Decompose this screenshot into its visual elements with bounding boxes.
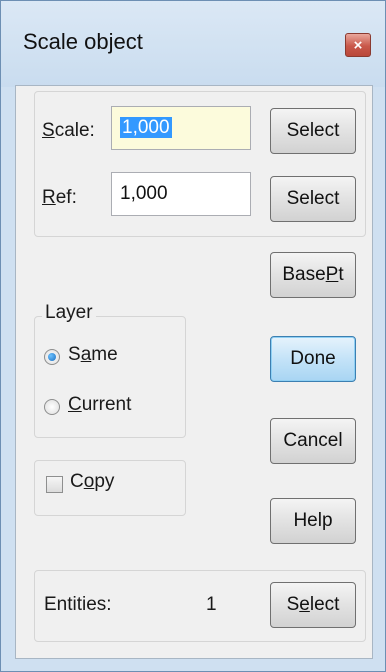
- done-button[interactable]: Done: [270, 336, 356, 382]
- close-icon: ×: [353, 36, 363, 54]
- ref-input[interactable]: 1,000: [111, 172, 251, 216]
- layer-current-radio[interactable]: [44, 399, 60, 415]
- window-title: Scale object: [23, 29, 143, 54]
- base-point-button[interactable]: Base Pt: [270, 252, 356, 298]
- layer-same-label[interactable]: Same: [68, 344, 118, 366]
- close-button[interactable]: ×: [345, 33, 371, 57]
- dialog-body: Scale: 1,000 Select Ref: 1,000 Select Ba…: [15, 85, 373, 659]
- copy-label[interactable]: Copy: [70, 471, 114, 493]
- ref-select-button[interactable]: Select: [270, 176, 356, 222]
- entities-count: 1: [206, 594, 217, 615]
- entities-label: Entities:: [44, 594, 112, 615]
- scale-label: Scale:: [42, 120, 95, 141]
- copy-checkbox[interactable]: [46, 476, 63, 493]
- scale-object-dialog: Scale object × Scale: 1,000 Select Ref: …: [0, 0, 386, 672]
- layer-current-label[interactable]: Current: [68, 394, 131, 416]
- ref-label: Ref:: [42, 187, 77, 208]
- title-bar: Scale object ×: [1, 1, 385, 87]
- layer-group: [34, 316, 186, 438]
- cancel-button[interactable]: Cancel: [270, 418, 356, 464]
- layer-legend: Layer: [42, 302, 96, 324]
- entities-select-button[interactable]: Se lect: [270, 582, 356, 628]
- layer-same-radio[interactable]: [44, 349, 60, 365]
- help-button[interactable]: Help: [270, 498, 356, 544]
- scale-input[interactable]: 1,000: [111, 106, 251, 150]
- scale-input-value: 1,000: [120, 117, 172, 138]
- scale-select-button[interactable]: Select: [270, 108, 356, 154]
